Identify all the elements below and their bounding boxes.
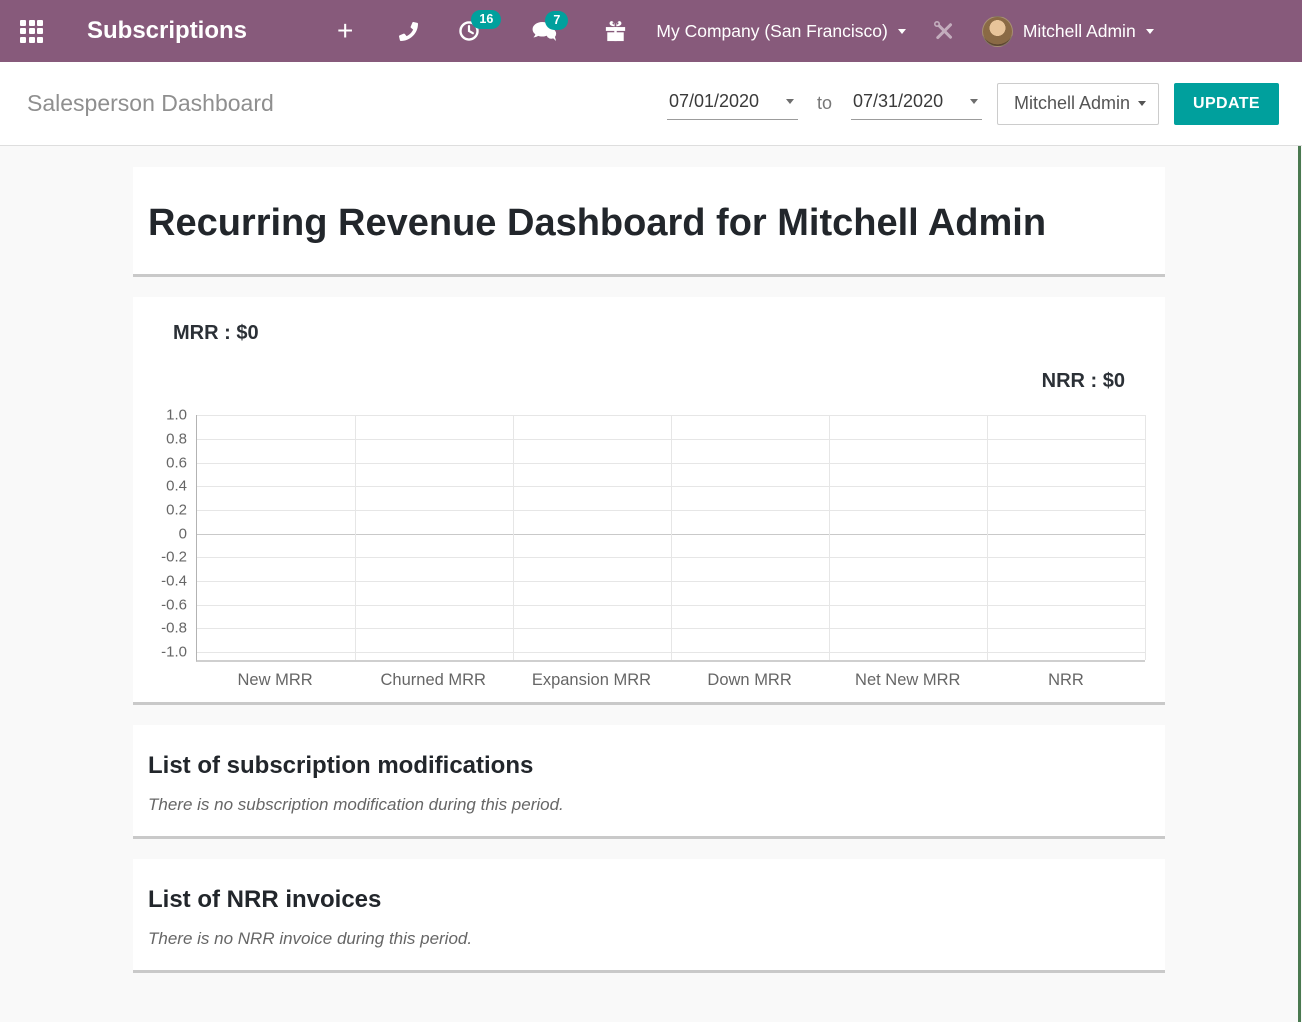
- dashboard-content: Recurring Revenue Dashboard for Mitchell…: [0, 146, 1302, 1022]
- update-button[interactable]: UPDATE: [1174, 83, 1279, 125]
- messages-count-badge: 7: [545, 11, 568, 30]
- y-tick-label: 0.6: [166, 454, 187, 471]
- section-title: List of subscription modifications: [148, 752, 1150, 780]
- x-axis-label: Churned MRR: [354, 671, 512, 690]
- x-axis: New MRRChurned MRRExpansion MRRDown MRRN…: [196, 671, 1145, 690]
- y-tick-label: -0.8: [161, 620, 187, 637]
- control-panel: Salesperson Dashboard to Mitchell Admin …: [0, 62, 1302, 146]
- empty-message: There is no subscription modification du…: [148, 795, 1150, 815]
- chevron-down-icon[interactable]: [970, 99, 978, 104]
- chevron-down-icon: [1146, 29, 1154, 34]
- mrr-total-label: MRR : $0: [133, 322, 1165, 345]
- x-axis-label: NRR: [987, 671, 1145, 690]
- y-tick-label: 0: [179, 525, 187, 542]
- x-axis-label: Down MRR: [671, 671, 829, 690]
- user-avatar[interactable]: [982, 16, 1013, 47]
- y-tick-label: -1.0: [161, 644, 187, 661]
- app-title[interactable]: Subscriptions: [87, 17, 247, 45]
- company-name: My Company (San Francisco): [656, 21, 887, 42]
- revenue-chart-card: MRR : $0 NRR : $0 1.0 0.8 0.6 0.4 0.2 0 -0.2 -0…: [133, 297, 1165, 705]
- chevron-down-icon: [898, 29, 906, 34]
- top-navbar: Subscriptions + 16 7: [0, 0, 1302, 62]
- y-tick-label: 1.0: [166, 407, 187, 424]
- y-tick-label: 0.4: [166, 478, 187, 495]
- section-title: List of NRR invoices: [148, 886, 1150, 914]
- y-tick-label: 0.2: [166, 501, 187, 518]
- subscription-modifications-section: List of subscription modifications There…: [133, 725, 1165, 839]
- company-switcher[interactable]: My Company (San Francisco): [656, 21, 905, 42]
- user-menu[interactable]: Mitchell Admin: [1023, 21, 1154, 42]
- gift-icon[interactable]: [605, 20, 626, 42]
- date-range-to-label: to: [817, 93, 832, 114]
- revenue-chart: 1.00.80.60.40.20-0.2-0.4-0.6-0.8-1.0 New…: [133, 415, 1165, 690]
- dashboard-heading: Recurring Revenue Dashboard for Mitchell…: [148, 197, 1118, 250]
- dashboard-heading-card: Recurring Revenue Dashboard for Mitchell…: [133, 167, 1165, 277]
- y-tick-label: -0.2: [161, 549, 187, 566]
- date-to-input[interactable]: [853, 91, 957, 112]
- y-axis: 1.00.80.60.40.20-0.2-0.4-0.6-0.8-1.0: [133, 415, 196, 652]
- activities-count-badge: 16: [471, 10, 501, 29]
- y-tick-label: 0.8: [166, 430, 187, 447]
- y-tick-label: -0.6: [161, 596, 187, 613]
- apps-menu-icon[interactable]: [20, 20, 43, 43]
- breadcrumb-title: Salesperson Dashboard: [27, 90, 274, 117]
- date-from-field[interactable]: [667, 88, 798, 120]
- x-axis-label: Expansion MRR: [512, 671, 670, 690]
- messages-menu[interactable]: 7: [532, 21, 557, 42]
- chevron-down-icon: [1138, 101, 1146, 106]
- salesperson-selected-value: Mitchell Admin: [1014, 93, 1130, 114]
- phone-icon[interactable]: [399, 22, 418, 41]
- date-from-input[interactable]: [669, 91, 773, 112]
- date-to-field[interactable]: [851, 88, 982, 120]
- content-edge-line: [1298, 146, 1301, 1022]
- chevron-down-icon[interactable]: [786, 99, 794, 104]
- nrr-invoices-section: List of NRR invoices There is no NRR inv…: [133, 859, 1165, 973]
- x-axis-label: New MRR: [196, 671, 354, 690]
- tools-icon[interactable]: [932, 19, 956, 43]
- activities-menu[interactable]: 16: [458, 20, 480, 42]
- user-name: Mitchell Admin: [1023, 21, 1136, 42]
- quick-create-button[interactable]: +: [337, 17, 353, 45]
- x-axis-label: Net New MRR: [829, 671, 987, 690]
- empty-message: There is no NRR invoice during this peri…: [148, 929, 1150, 949]
- y-tick-label: -0.4: [161, 573, 187, 590]
- chart-plot-area: [196, 415, 1145, 662]
- nrr-total-label: NRR : $0: [133, 370, 1165, 393]
- salesperson-select[interactable]: Mitchell Admin: [997, 83, 1159, 125]
